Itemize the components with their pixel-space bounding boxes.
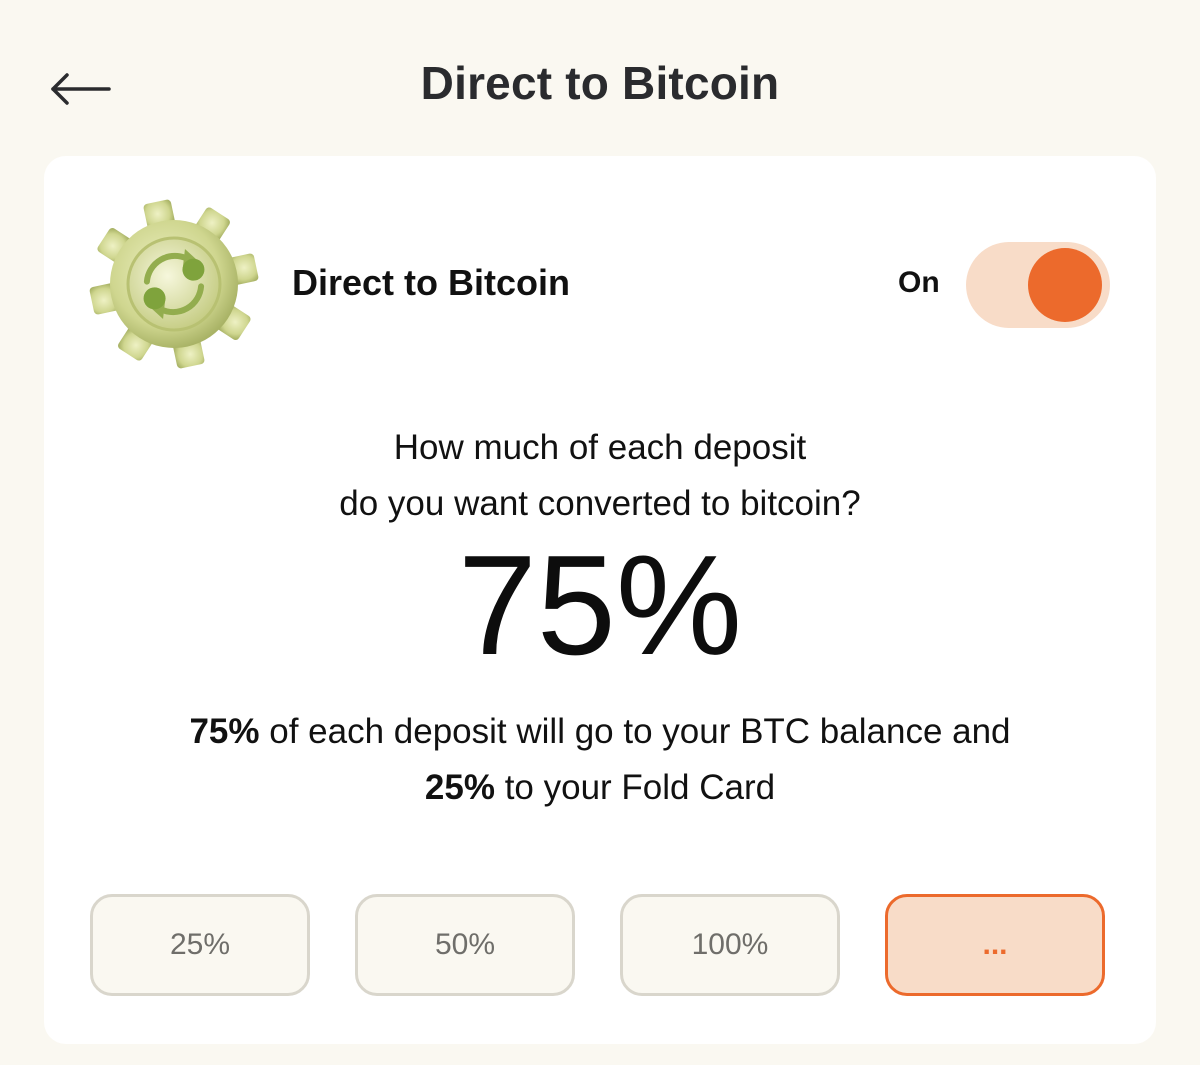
page-title: Direct to Bitcoin: [420, 57, 780, 109]
card-text: to your Fold Card: [494, 768, 776, 807]
btc-percent: 75%: [189, 712, 260, 751]
header: Direct to Bitcoin: [0, 0, 1200, 160]
selected-percentage: 75%: [457, 526, 743, 685]
question-line-2: do you want converted to bitcoin?: [339, 484, 861, 523]
feature-name: Direct to Bitcoin: [292, 262, 571, 303]
preset-50-button[interactable]: 50%: [355, 894, 575, 996]
toggle-status-label: On: [898, 266, 940, 299]
preset-custom-button[interactable]: ...: [885, 894, 1105, 996]
preset-100-button[interactable]: 100%: [620, 894, 840, 996]
conversion-question: How much of each deposit do you want con…: [44, 420, 1156, 532]
btc-text: of each deposit will go to your BTC bala…: [259, 712, 1011, 751]
question-line-1: How much of each deposit: [393, 428, 807, 467]
direct-to-bitcoin-toggle[interactable]: [966, 242, 1110, 328]
preset-25-button[interactable]: 25%: [90, 894, 310, 996]
settings-card: Direct to Bitcoin On How much of each de…: [44, 156, 1156, 1044]
toggle-knob: [1028, 248, 1102, 322]
summary-line-2: 25% to your Fold Card: [44, 760, 1156, 816]
summary-line-1: 75% of each deposit will go to your BTC …: [44, 704, 1156, 760]
allocation-summary: 75% of each deposit will go to your BTC …: [44, 704, 1156, 816]
card-percent: 25%: [424, 768, 495, 807]
gear-convert-icon: [89, 199, 259, 369]
